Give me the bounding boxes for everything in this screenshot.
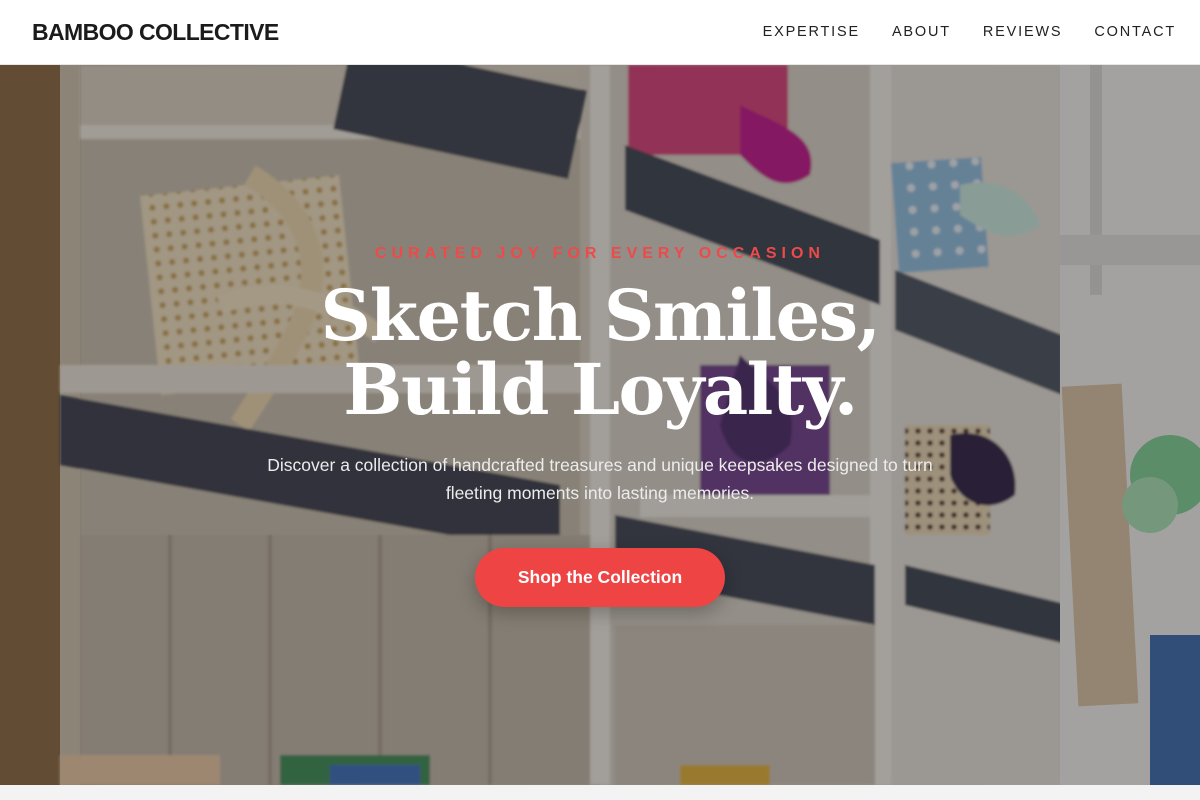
nav-link-expertise[interactable]: EXPERTISE	[763, 24, 860, 40]
section-divider-strip	[0, 785, 1200, 800]
nav-link-contact[interactable]: CONTACT	[1094, 24, 1176, 40]
hero-section: CURATED JOY FOR EVERY OCCASION Sketch Sm…	[0, 65, 1200, 785]
hero-headline: Sketch Smiles, Build Loyalty.	[0, 279, 1200, 427]
shop-collection-button[interactable]: Shop the Collection	[475, 548, 725, 607]
hero-content: CURATED JOY FOR EVERY OCCASION Sketch Sm…	[0, 65, 1200, 785]
nav-link-reviews[interactable]: REVIEWS	[983, 24, 1062, 40]
site-header: BAMBOO COLLECTIVE EXPERTISE ABOUT REVIEW…	[0, 0, 1200, 65]
hero-eyebrow: CURATED JOY FOR EVERY OCCASION	[375, 245, 825, 262]
nav-link-about[interactable]: ABOUT	[892, 24, 951, 40]
hero-headline-line-1: Sketch Smiles,	[320, 274, 881, 357]
brand-logo[interactable]: BAMBOO COLLECTIVE	[32, 19, 279, 46]
main-nav: EXPERTISE ABOUT REVIEWS CONTACT	[763, 24, 1176, 40]
hero-headline-line-2: Build Loyalty.	[343, 348, 858, 431]
hero-subtext: Discover a collection of handcrafted tre…	[267, 455, 933, 503]
